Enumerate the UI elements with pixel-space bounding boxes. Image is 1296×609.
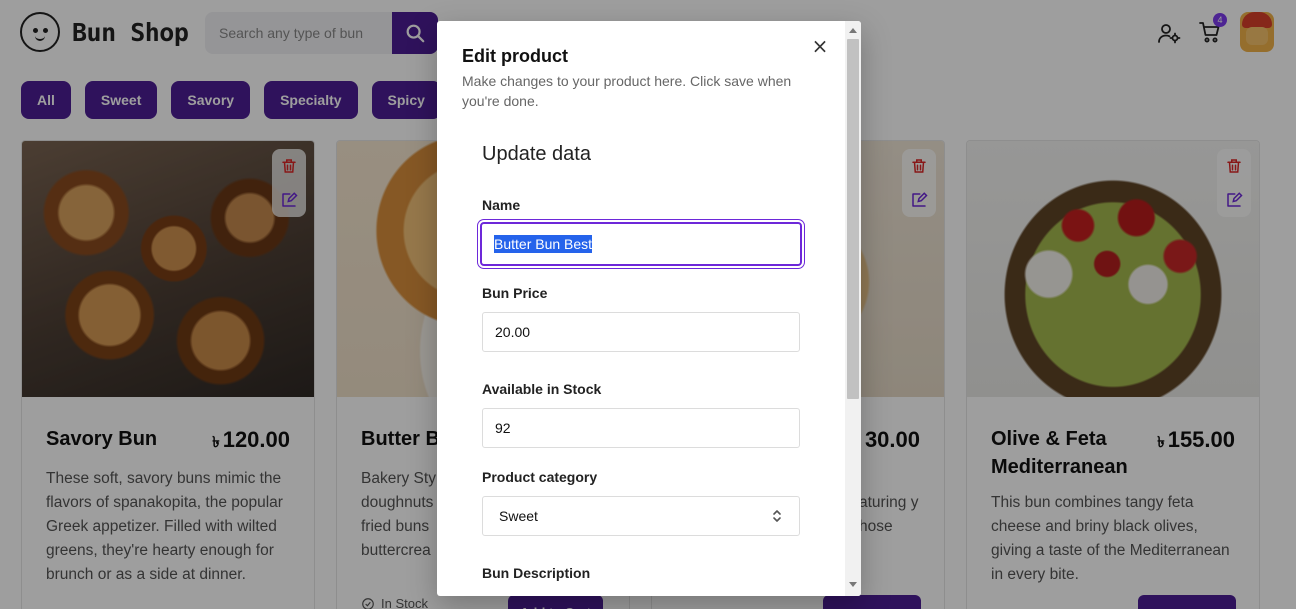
close-button[interactable]: × [811, 34, 829, 58]
price-label: Bun Price [482, 285, 548, 301]
close-icon: × [811, 34, 829, 58]
name-value: Butter Bun Best [494, 235, 593, 253]
scroll-thumb[interactable] [847, 39, 859, 399]
name-field[interactable]: Butter Bun Best [480, 222, 802, 266]
category-label: Product category [482, 469, 598, 485]
scroll-down-icon[interactable] [849, 582, 857, 587]
section-title: Update data [482, 143, 591, 165]
stock-label: Available in Stock [482, 381, 602, 397]
dialog-title: Edit product [462, 46, 568, 66]
edit-product-dialog: Edit product Make changes to your produc… [437, 21, 861, 596]
description-label: Bun Description [482, 565, 591, 581]
category-select[interactable]: Sweet [482, 496, 800, 536]
scroll-up-icon[interactable] [849, 28, 857, 33]
stock-value: 92 [495, 420, 511, 436]
chevron-up-down-icon [773, 510, 781, 522]
dialog-scrollbar[interactable] [845, 21, 861, 596]
price-value: 20.00 [495, 324, 531, 340]
stock-field[interactable]: 92 [482, 408, 800, 448]
dialog-subtitle: Make changes to your product here. Click… [462, 73, 792, 109]
price-field[interactable]: 20.00 [482, 312, 800, 352]
name-label: Name [482, 197, 521, 213]
category-value: Sweet [499, 508, 538, 524]
